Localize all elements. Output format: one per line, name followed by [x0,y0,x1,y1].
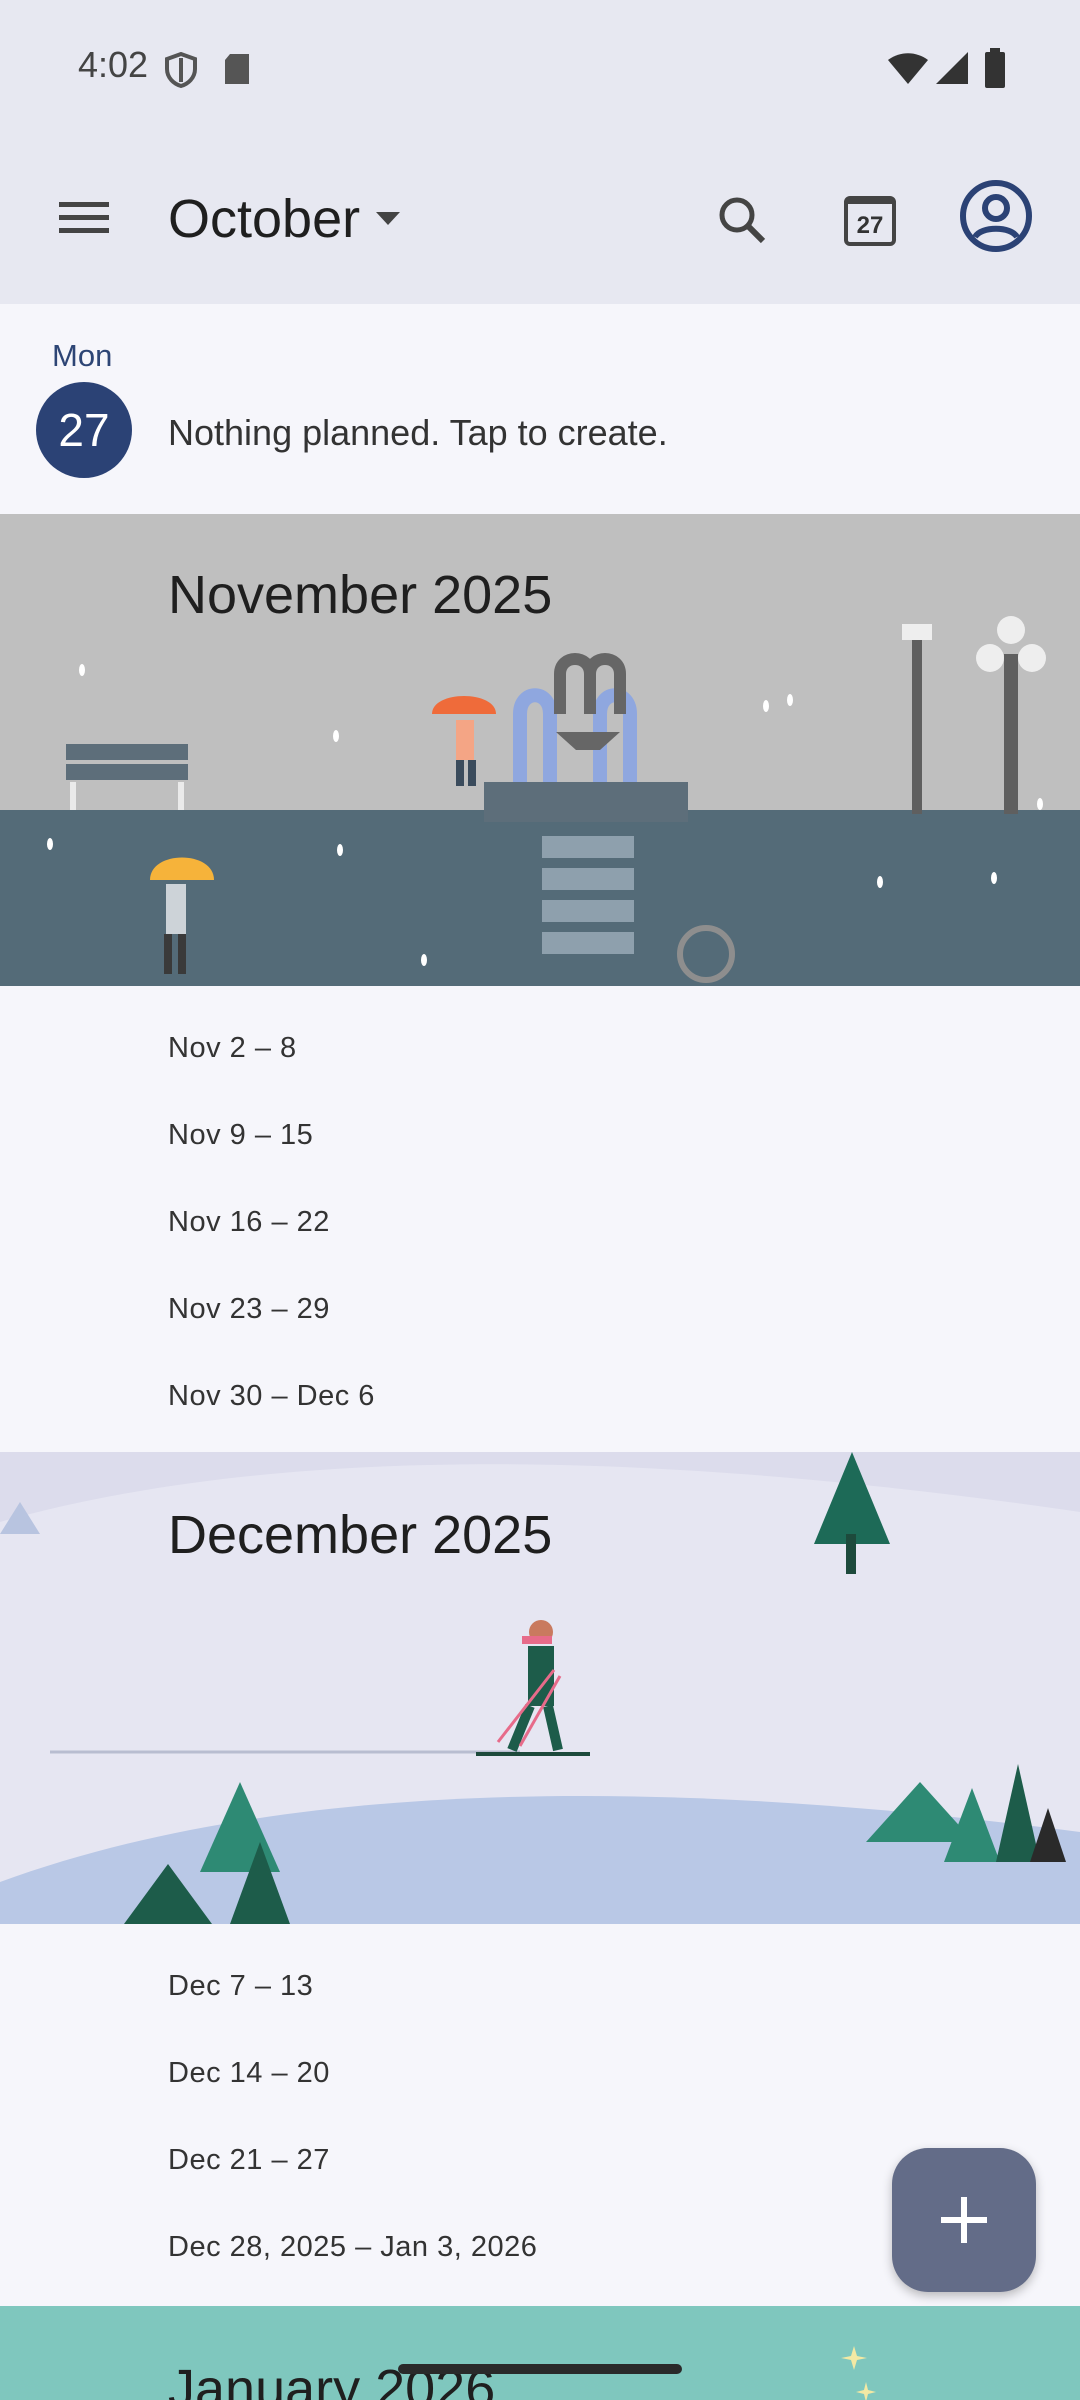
today-row[interactable]: Mon 27 Nothing planned. Tap to create. [0,304,1080,514]
today-icon-number: 27 [856,212,884,239]
week-row[interactable]: Dec 7 – 13 [168,1970,313,2003]
menu-button[interactable] [48,182,120,254]
january-banner: January 2026 [0,2306,1080,2400]
account-button[interactable] [956,176,1036,256]
status-time: 4:02 [78,44,149,85]
week-row[interactable]: Nov 16 – 22 [168,1206,330,1239]
week-row[interactable]: Dec 14 – 20 [168,2057,330,2090]
create-event-button[interactable] [892,2148,1036,2292]
week-row[interactable]: Nov 23 – 29 [168,1293,330,1326]
app-bar: October 27 [0,136,1080,304]
month-selector[interactable]: October [168,188,401,250]
week-row[interactable]: Dec 21 – 27 [168,2144,330,2177]
shield-icon [165,52,197,88]
hamburger-menu-icon [59,202,109,233]
month-banner-title: November 2025 [168,565,553,625]
wifi-icon [888,53,928,84]
december-banner: December 2025 [0,1452,1080,1924]
today-button[interactable]: 27 [832,182,908,258]
day-name: Mon [52,338,113,373]
star-icon [841,2346,876,2400]
month-banner-title: December 2025 [168,1505,553,1565]
week-row[interactable]: Dec 28, 2025 – Jan 3, 2026 [168,2231,537,2264]
account-circle-icon [960,180,1032,252]
november-weeks: Nov 2 – 8 Nov 9 – 15 Nov 16 – 22 Nov 23 … [0,986,1080,1452]
battery-icon [985,48,1005,88]
cell-signal-icon [936,52,968,84]
november-banner: November 2025 [0,514,1080,986]
week-row[interactable]: Nov 2 – 8 [168,1032,297,1065]
dropdown-arrow-icon [376,212,401,225]
home-indicator[interactable] [398,2364,682,2374]
search-icon [719,197,766,244]
day-number: 27 [58,404,110,456]
day-number-badge: 27 [36,382,132,478]
sd-card-icon [225,54,249,84]
status-bar: 4:02 [0,0,1080,136]
search-button[interactable] [704,182,780,258]
plus-icon [941,2197,987,2243]
empty-day-text: Nothing planned. Tap to create. [168,412,668,453]
week-row[interactable]: Nov 9 – 15 [168,1119,313,1152]
month-title: October [168,189,361,249]
week-row[interactable]: Nov 30 – Dec 6 [168,1380,375,1413]
